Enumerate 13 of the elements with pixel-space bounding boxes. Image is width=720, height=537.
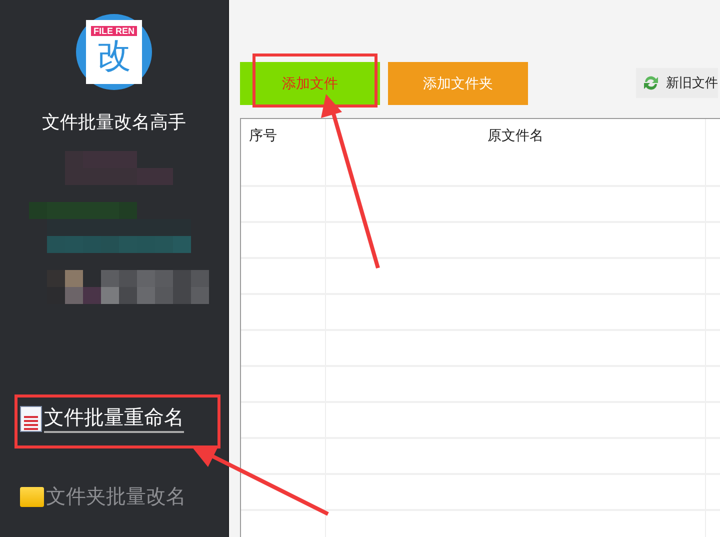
folder-icon [20,486,44,506]
logo-tag: FILE REN [91,26,136,36]
app-title: 文件批量改名高手 [42,111,186,134]
add-button[interactable]: 添加文件夹 [388,62,528,105]
logo-glyph: 改 [97,36,131,76]
nav-link[interactable]: 文件夹批量改名 [20,483,186,510]
document-icon [20,406,42,432]
nav-link[interactable]: 文件批量重命名 [20,404,184,433]
column-header: 序号 [241,119,326,151]
column-header: 原文件名 [326,119,706,151]
refresh-button[interactable]: 新旧文件 [636,68,718,98]
refresh-icon [642,74,660,92]
add-button[interactable]: 添加文件 [240,62,380,105]
